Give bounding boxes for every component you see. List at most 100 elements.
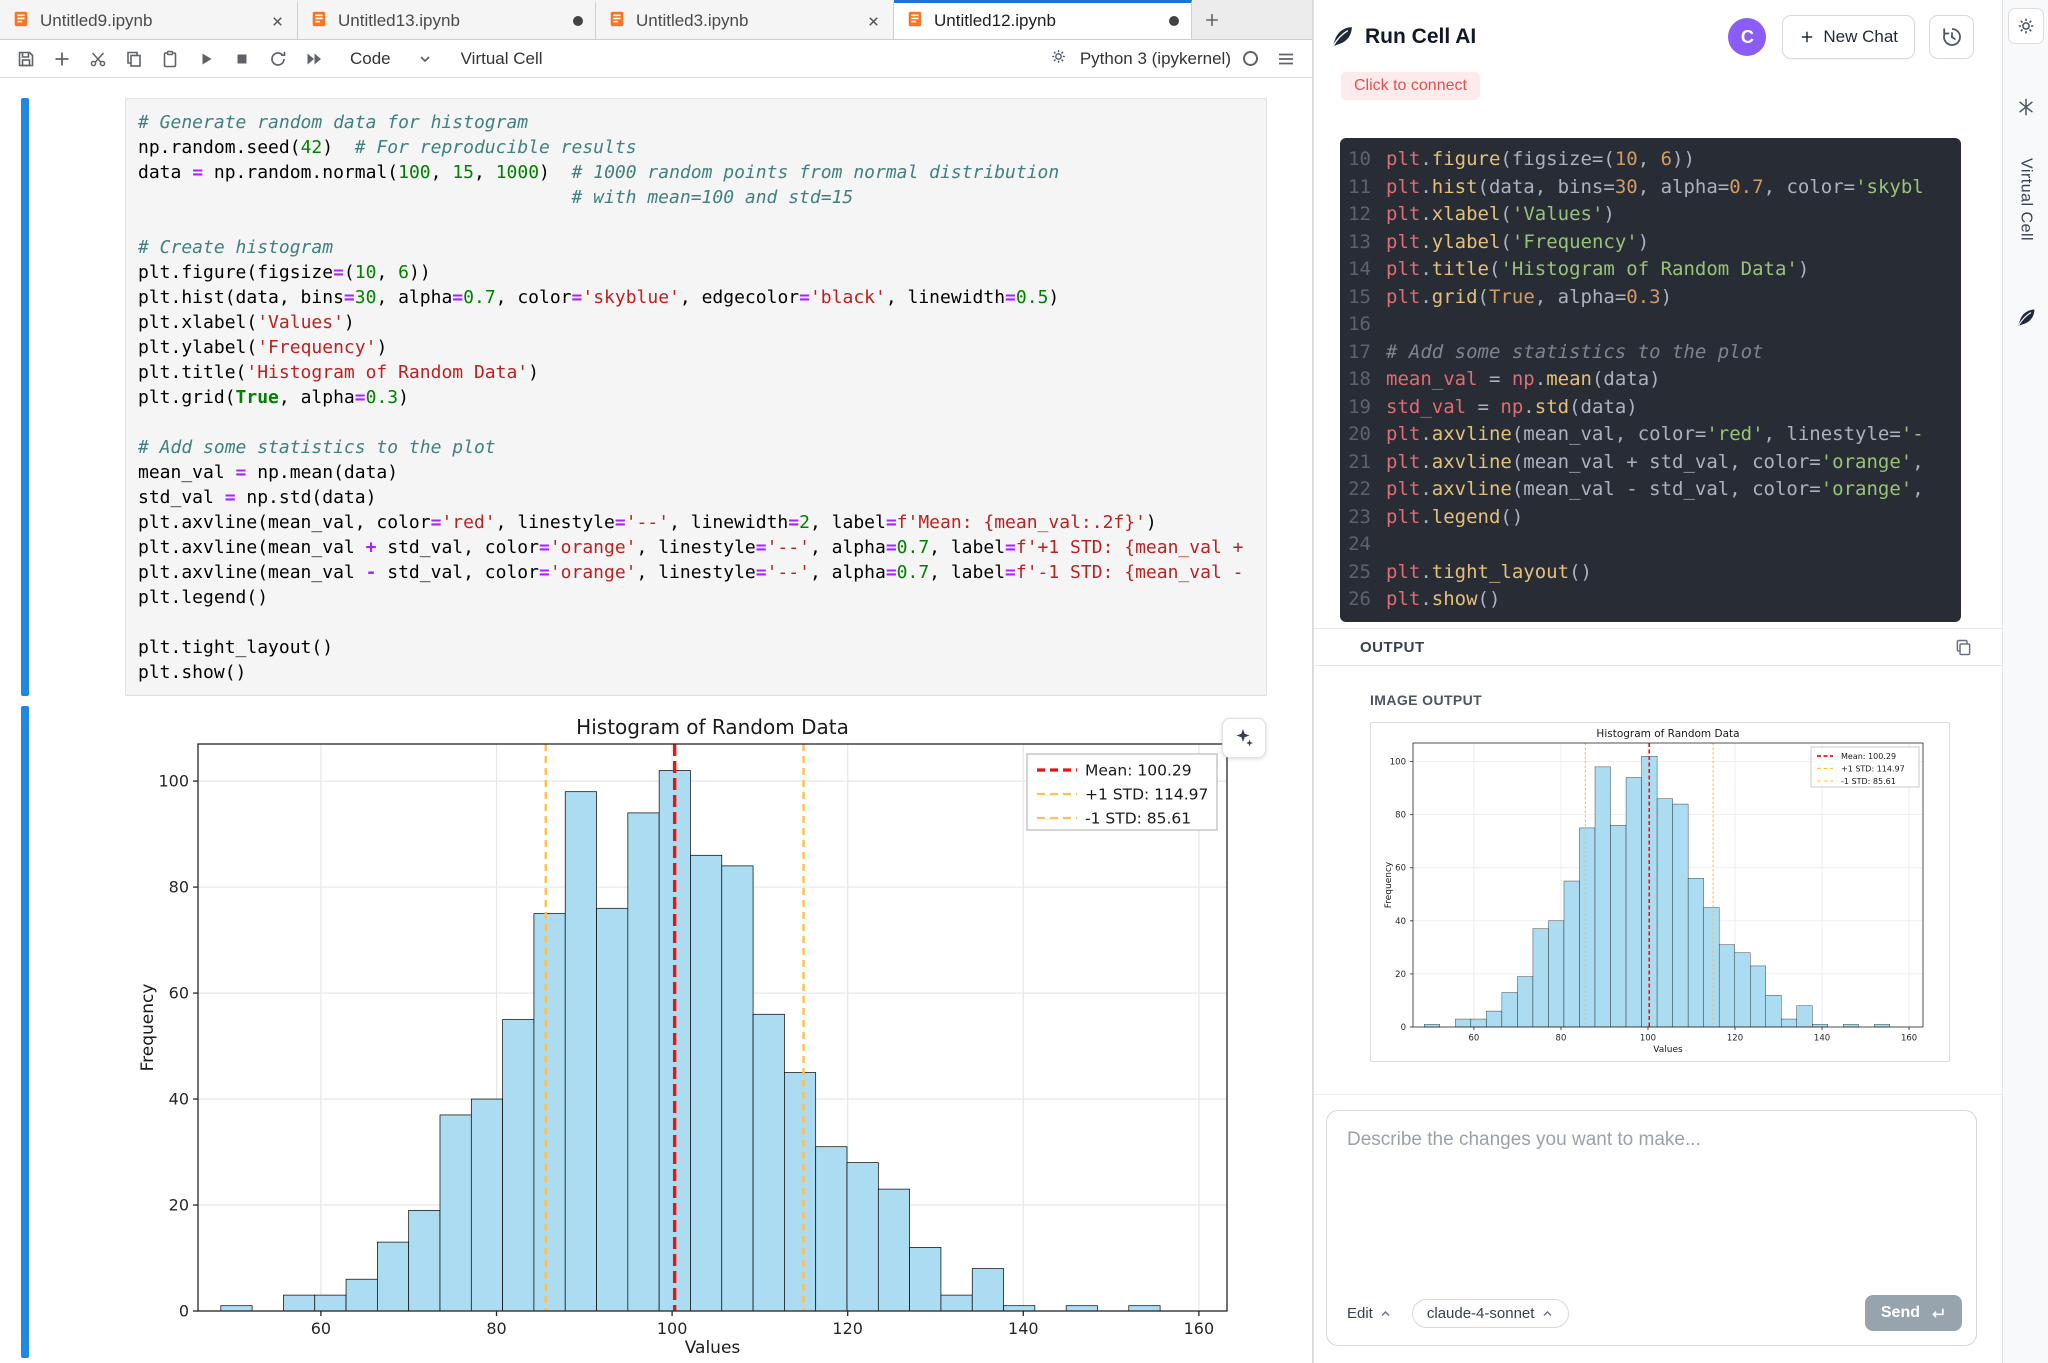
code-line: 21plt.axvline(mean_val + std_val, color=… [1340,449,1961,477]
panel-title: Run Cell AI [1365,25,1476,49]
unsaved-dot-icon[interactable] [1169,16,1179,26]
send-label: Send [1881,1304,1920,1322]
code-line: plt.title('Histogram of Random Data') [138,360,1254,385]
cell-type-dropdown[interactable]: Code [350,49,433,69]
tab-bar-filler [1232,0,1312,39]
kernel-name[interactable]: Python 3 (ipykernel) [1080,49,1231,69]
code-line: 11plt.hist(data, bins=30, alpha=0.7, col… [1340,174,1961,202]
plus-icon [1799,29,1815,45]
code-line: 14plt.title('Histogram of Random Data') [1340,256,1961,284]
active-cell-indicator[interactable] [21,98,29,696]
svg-text:160: 160 [1901,1034,1917,1044]
history-icon [1940,25,1964,49]
svg-text:140: 140 [1008,1319,1039,1338]
interrupt-kernel-button[interactable] [226,44,258,74]
return-arrow-icon [1928,1304,1946,1322]
code-line: # Add some statistics to the plot [138,435,1254,460]
svg-text:160: 160 [1184,1319,1215,1338]
svg-text:80: 80 [1556,1034,1567,1044]
svg-text:0: 0 [179,1302,189,1321]
ai-code-preview: 10plt.figure(figsize=(10, 6))11plt.hist(… [1340,138,1961,622]
chevron-down-icon [417,51,433,67]
code-line: 10plt.figure(figsize=(10, 6)) [1340,146,1961,174]
notebook-icon [12,10,30,33]
hamburger-menu-icon[interactable] [1270,44,1302,74]
ai-sparkle-button[interactable] [1222,718,1266,758]
send-button[interactable]: Send [1865,1295,1962,1331]
svg-text:Frequency: Frequency [1384,861,1394,908]
output-figure: 6080100120140160020406080100Histogram of… [137,712,1287,1358]
kernel-gear-icon[interactable] [1049,47,1068,71]
chat-controls-row: Edit claude-4-sonnet Send [1327,1283,1976,1345]
tab-untitled3[interactable]: Untitled3.ipynb [596,0,894,39]
code-line: np.random.seed(42) # For reproducible re… [138,135,1254,160]
rail-snowflake-icon[interactable] [2015,96,2037,118]
connect-badge[interactable]: Click to connect [1341,72,1480,100]
code-line: plt.legend() [138,585,1254,610]
tab-close-icon[interactable] [270,14,285,29]
svg-text:+1 STD: 114.97: +1 STD: 114.97 [1085,786,1208,804]
app: Untitled9.ipynb Untitled13.ipynb Untitle… [0,0,2048,1363]
tab-label: Untitled9.ipynb [40,11,260,31]
svg-text:Mean: 100.29: Mean: 100.29 [1085,762,1192,780]
restart-kernel-button[interactable] [262,44,294,74]
copy-output-button[interactable] [1953,637,1974,658]
code-line: 12plt.xlabel('Values') [1340,201,1961,229]
virtual-cell-toolbar-label[interactable]: Virtual Cell [461,49,543,69]
tab-bar: Untitled9.ipynb Untitled13.ipynb Untitle… [0,0,1312,40]
run-cell-button[interactable] [190,44,222,74]
copy-icon [1953,637,1974,658]
svg-text:Histogram of Random Data: Histogram of Random Data [576,715,849,739]
tab-untitled9[interactable]: Untitled9.ipynb [0,0,298,39]
code-line [138,210,1254,235]
restart-run-all-button[interactable] [298,44,330,74]
code-line: plt.figure(figsize=(10, 6)) [138,260,1254,285]
svg-text:140: 140 [1814,1034,1830,1044]
insert-cell-button[interactable] [46,44,78,74]
new-tab-button[interactable] [1192,0,1232,39]
save-button[interactable] [10,44,42,74]
new-chat-button[interactable]: New Chat [1782,15,1915,59]
rail-quill-icon[interactable] [2014,306,2038,330]
svg-text:100: 100 [1640,1034,1656,1044]
notebook-content: # Generate random data for histogramnp.r… [0,78,1312,1363]
edit-mode-label: Edit [1347,1305,1373,1322]
svg-text:+1 STD: 114.97: +1 STD: 114.97 [1841,764,1905,773]
svg-text:60: 60 [1469,1034,1480,1044]
new-chat-label: New Chat [1823,27,1898,47]
notebook-icon [608,10,626,33]
rail-virtual-cell-tab[interactable]: Virtual Cell [2017,158,2035,241]
tab-untitled12[interactable]: Untitled12.ipynb [894,0,1192,39]
code-editor[interactable]: # Generate random data for histogramnp.r… [125,98,1267,696]
chat-divider [1314,1094,2002,1095]
unsaved-dot-icon[interactable] [573,16,583,26]
tab-untitled13[interactable]: Untitled13.ipynb [298,0,596,39]
history-button[interactable] [1929,15,1974,59]
code-line: plt.hist(data, bins=30, alpha=0.7, color… [138,285,1254,310]
right-rail: Virtual Cell [2002,0,2048,1363]
svg-text:-1 STD: 85.61: -1 STD: 85.61 [1841,777,1896,786]
code-line: 25plt.tight_layout() [1340,559,1961,587]
svg-text:Values: Values [1653,1045,1683,1055]
user-avatar[interactable]: C [1728,18,1766,56]
svg-text:120: 120 [1727,1034,1743,1044]
copy-cells-button[interactable] [118,44,150,74]
model-dropdown[interactable]: claude-4-sonnet [1412,1299,1570,1328]
code-line: 26plt.show() [1340,586,1961,614]
code-line [138,410,1254,435]
paste-cells-button[interactable] [154,44,186,74]
code-line: data = np.random.normal(100, 15, 1000) #… [138,160,1254,185]
cut-cells-button[interactable] [82,44,114,74]
tab-label: Untitled12.ipynb [934,11,1159,31]
chat-input[interactable] [1327,1111,1976,1283]
rail-gear-icon[interactable] [2008,8,2044,44]
chevron-up-icon [1541,1308,1554,1319]
code-line: # Generate random data for histogram [138,110,1254,135]
svg-text:Histogram of Random Data: Histogram of Random Data [1596,728,1739,740]
code-line: 17# Add some statistics to the plot [1340,339,1961,367]
tab-close-icon[interactable] [866,14,881,29]
output-section-header: OUTPUT [1314,628,2002,666]
edit-mode-dropdown[interactable]: Edit [1341,1301,1398,1326]
code-line: std_val = np.std(data) [138,485,1254,510]
output-cell-indicator[interactable] [21,706,29,1358]
